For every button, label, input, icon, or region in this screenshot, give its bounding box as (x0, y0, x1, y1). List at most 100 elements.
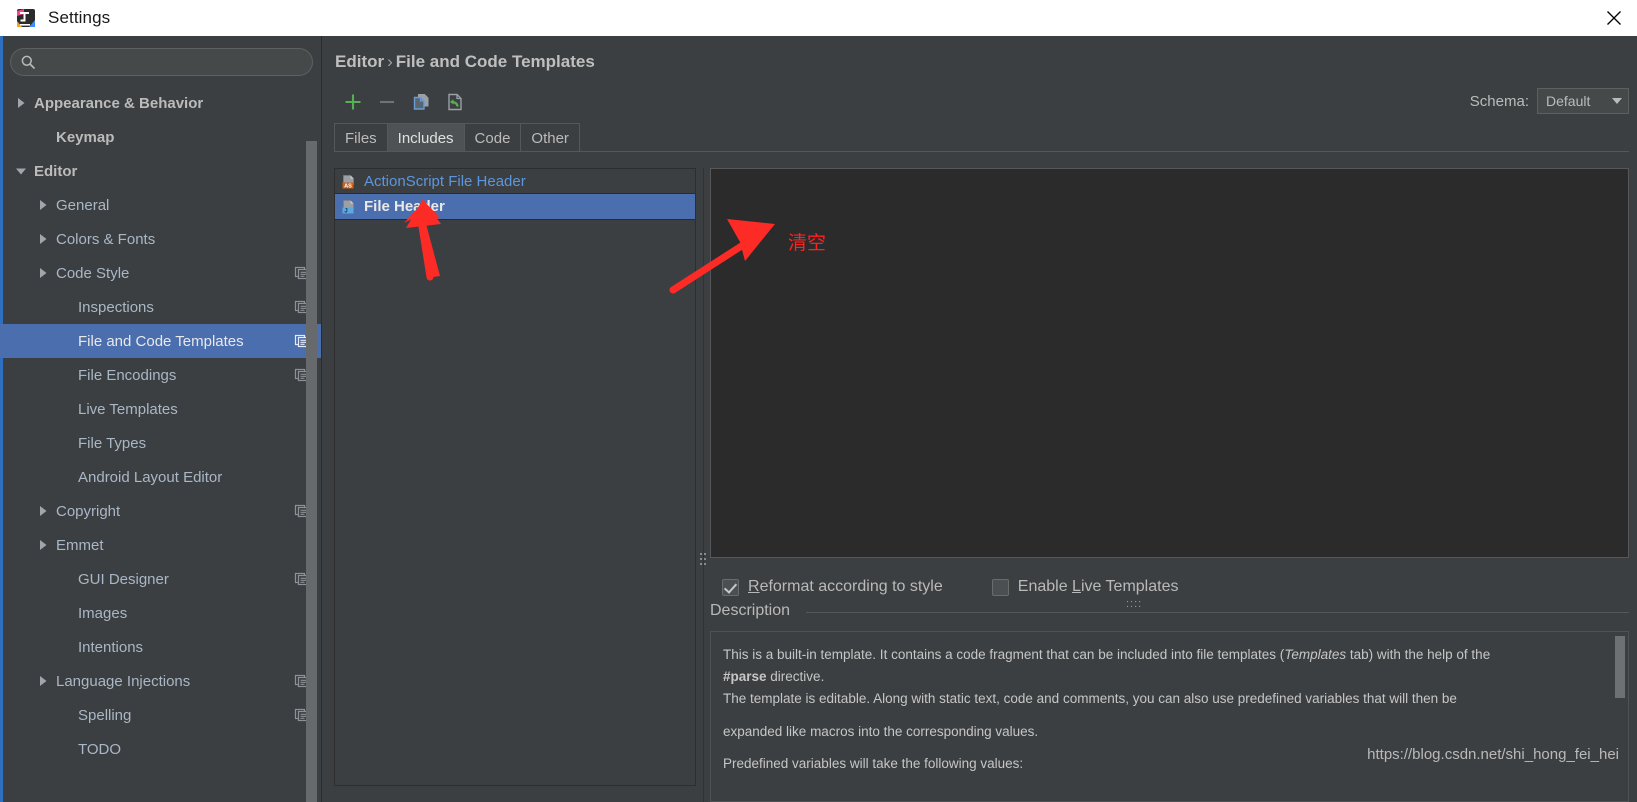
chevron-right-icon[interactable] (36, 674, 50, 688)
template-toolbar (336, 86, 472, 118)
tab-includes[interactable]: Includes (386, 123, 465, 152)
checkbox-box-unchecked[interactable] (991, 578, 1009, 596)
sidebar-item-general[interactable]: General (0, 188, 321, 222)
description-scrollbar-thumb[interactable] (1615, 636, 1625, 698)
template-list[interactable]: AS ActionScript File Header J File Header (334, 168, 696, 786)
splitter-grip[interactable] (700, 553, 707, 569)
description-group: Description This is a built-in template.… (710, 602, 1629, 802)
settings-main-pane: Editor › File and Code Templates Schema: D… (322, 36, 1637, 802)
sidebar-search[interactable] (10, 48, 313, 76)
enable-live-templates-checkbox[interactable]: Enable Live Templates (991, 578, 1178, 596)
sidebar-item-label: File Types (78, 434, 147, 452)
template-list-panel: AS ActionScript File Header J File Header (334, 168, 696, 802)
twisty-placeholder (58, 334, 72, 348)
actionscript-file-icon: AS (341, 174, 357, 190)
checkbox-box-checked[interactable] (722, 578, 739, 596)
template-split-pane: AS ActionScript File Header J File Header 清… (334, 152, 1629, 802)
twisty-placeholder (58, 606, 72, 620)
description-line: #parse directive. (723, 668, 825, 684)
sidebar-item-label: Android Layout Editor (78, 468, 223, 486)
sidebar-item-inspections[interactable]: Inspections (0, 290, 321, 324)
sidebar-item-images[interactable]: Images (0, 596, 321, 630)
template-code-editor[interactable]: 清空 (710, 168, 1629, 558)
schema-dropdown[interactable]: Default (1537, 88, 1629, 114)
chevron-right-icon[interactable] (36, 198, 50, 212)
chevron-right-icon[interactable] (36, 538, 50, 552)
tab-code[interactable]: Code (463, 123, 522, 152)
sidebar-item-appearance-behavior[interactable]: Appearance & Behavior (0, 86, 321, 120)
sidebar-item-label: Appearance & Behavior (34, 94, 204, 112)
sidebar-item-intentions[interactable]: Intentions (0, 630, 321, 664)
breadcrumb-separator: › (387, 52, 393, 71)
add-template-button[interactable] (336, 87, 370, 117)
chevron-right-icon[interactable] (36, 232, 50, 246)
sidebar-item-todo[interactable]: TODO (0, 732, 321, 766)
twisty-placeholder (58, 708, 72, 722)
sidebar-item-colors-fonts[interactable]: Colors & Fonts (0, 222, 321, 256)
close-icon[interactable] (1591, 0, 1637, 36)
sidebar-item-code-style[interactable]: Code Style (0, 256, 321, 290)
twisty-placeholder (58, 742, 72, 756)
description-line (723, 710, 1606, 721)
template-list-item-label: ActionScript File Header (364, 173, 526, 190)
chevron-right-icon[interactable] (36, 266, 50, 280)
twisty-placeholder (58, 436, 72, 450)
chevron-down-icon[interactable] (14, 164, 28, 178)
panel-splitter[interactable] (698, 168, 709, 802)
sidebar-scrollbar-thumb[interactable] (306, 141, 317, 802)
template-editor-panel: 清空 Reformat according to style Enable Li… (710, 168, 1629, 802)
sidebar-item-file-encodings[interactable]: File Encodings (0, 358, 321, 392)
sidebar-item-label: Intentions (78, 638, 144, 656)
sidebar-item-label: Images (78, 604, 128, 622)
sidebar-item-language-injections[interactable]: Language Injections (0, 664, 321, 698)
description-line: This is a built-in template. It contains… (723, 647, 1491, 662)
reformat-according-to-style-label: Reformat according to style (748, 578, 943, 595)
sidebar-item-spelling[interactable]: Spelling (0, 698, 321, 732)
sidebar-item-label: Inspections (78, 298, 154, 316)
sidebar-item-keymap[interactable]: Keymap (0, 120, 321, 154)
sidebar-item-label: File Encodings (78, 366, 177, 384)
java-file-icon: J (341, 199, 357, 215)
sidebar-item-editor[interactable]: Editor (0, 154, 321, 188)
remove-template-button[interactable] (370, 87, 404, 117)
chevron-down-icon (1612, 98, 1622, 104)
tab-files[interactable]: Files (334, 123, 388, 152)
schema-selected-value: Default (1546, 93, 1591, 109)
sidebar-item-live-templates[interactable]: Live Templates (0, 392, 321, 426)
chevron-right-icon[interactable] (14, 96, 28, 110)
sidebar-item-label: Copyright (56, 502, 121, 520)
sidebar-item-label: Language Injections (56, 672, 191, 690)
breadcrumb-parent[interactable]: Editor (335, 52, 384, 71)
sidebar-item-gui-designer[interactable]: GUI Designer (0, 562, 321, 596)
watermark-url: https://blog.csdn.net/shi_hong_fei_hei (1367, 746, 1619, 763)
template-list-item[interactable]: J File Header (335, 193, 695, 220)
template-options-row: Reformat according to style Enable Live … (714, 572, 1633, 602)
sidebar-item-emmet[interactable]: Emmet (0, 528, 321, 562)
twisty-placeholder (58, 640, 72, 654)
sidebar-item-copyright[interactable]: Copyright (0, 494, 321, 528)
description-box[interactable]: This is a built-in template. It contains… (710, 631, 1629, 802)
tab-other[interactable]: Other (520, 123, 580, 152)
copy-template-button[interactable] (404, 87, 438, 117)
sidebar-item-file-and-code-templates[interactable]: File and Code Templates (0, 324, 321, 358)
sidebar-item-android-layout-editor[interactable]: Android Layout Editor (0, 460, 321, 494)
description-divider (806, 612, 1629, 613)
template-list-item[interactable]: AS ActionScript File Header (335, 169, 695, 194)
search-input[interactable] (36, 54, 312, 70)
sidebar-item-file-types[interactable]: File Types (0, 426, 321, 460)
window-title: Settings (48, 8, 111, 27)
description-title: Description (710, 602, 799, 620)
vertical-resize-grip[interactable]: :::: (1126, 598, 1142, 610)
reset-template-button[interactable] (438, 87, 472, 117)
search-icon (20, 54, 36, 70)
sidebar-scrollbar-track[interactable] (306, 86, 319, 802)
twisty-placeholder (58, 368, 72, 382)
sidebar-item-label: Spelling (78, 706, 132, 724)
twisty-placeholder (36, 130, 50, 144)
description-line: expanded like macros into the correspond… (723, 723, 1039, 739)
description-line: The template is editable. Along with sta… (723, 690, 1457, 706)
search-box[interactable] (10, 48, 313, 76)
chevron-right-icon[interactable] (36, 504, 50, 518)
sidebar-item-label: Colors & Fonts (56, 230, 156, 248)
reformat-according-to-style-checkbox[interactable]: Reformat according to style (722, 578, 943, 596)
